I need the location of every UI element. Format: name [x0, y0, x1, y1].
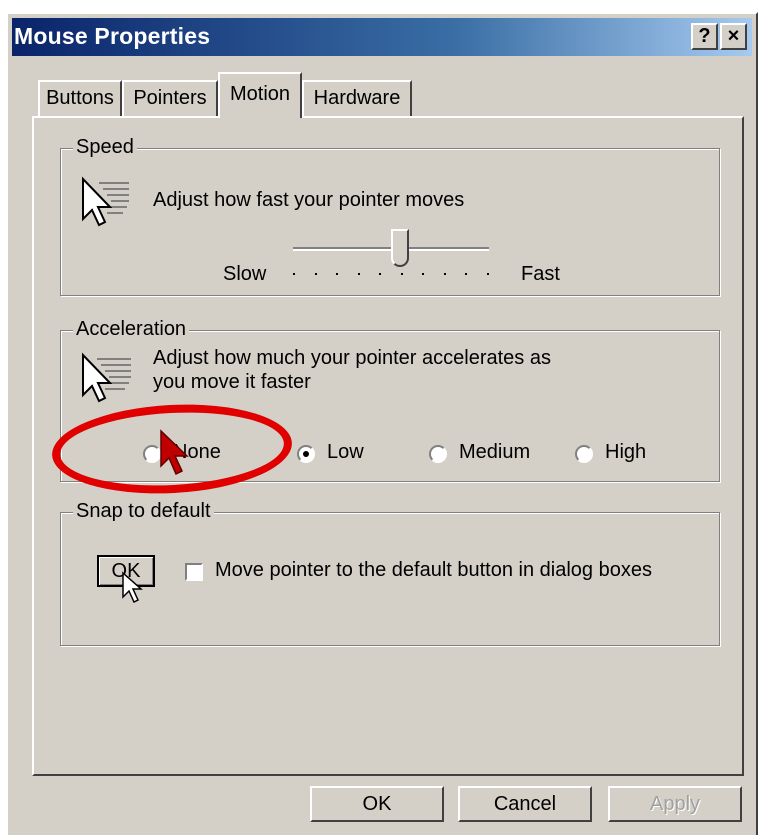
- window-title: Mouse Properties: [14, 23, 211, 49]
- slider-tick: [487, 273, 489, 275]
- cancel-button[interactable]: Cancel: [458, 786, 592, 822]
- acceleration-legend: Acceleration: [73, 318, 190, 341]
- acceleration-description-line1: Adjust how much your pointer accelerates…: [153, 347, 551, 369]
- mouse-pointer-icon: [122, 571, 143, 604]
- slow-label: Slow: [223, 263, 267, 285]
- slider-tick: [336, 273, 339, 275]
- radio-medium-circle[interactable]: [429, 445, 447, 463]
- tab-pointers[interactable]: Pointers: [122, 80, 218, 116]
- apply-button[interactable]: Apply: [608, 786, 742, 822]
- slider-tick: [357, 273, 360, 275]
- slider-tick: [379, 273, 382, 275]
- snap-to-default-group: Snap to default OK Move pointer to the d…: [60, 500, 720, 646]
- snap-checkbox[interactable]: [185, 563, 203, 581]
- slider-thumb[interactable]: [390, 229, 409, 267]
- speed-slider[interactable]: [293, 229, 489, 281]
- close-icon: ×: [727, 25, 740, 47]
- close-button[interactable]: ×: [720, 23, 747, 50]
- speed-description: Adjust how fast your pointer moves: [153, 189, 465, 211]
- slider-tick: [465, 273, 468, 275]
- radio-low-label[interactable]: Low: [327, 441, 364, 464]
- slider-tick: [422, 273, 425, 275]
- snap-checkbox-label[interactable]: Move pointer to the default button in di…: [215, 559, 652, 582]
- radio-low-circle[interactable]: [297, 445, 315, 463]
- acceleration-description-line2: you move it faster: [153, 371, 311, 393]
- radio-high-circle[interactable]: [575, 445, 593, 463]
- help-icon: ?: [698, 25, 711, 47]
- slider-ticks: [293, 273, 489, 276]
- slider-tick: [400, 273, 403, 275]
- fast-label: Fast: [521, 263, 560, 285]
- ok-button[interactable]: OK: [310, 786, 444, 822]
- slider-tick: [314, 273, 317, 275]
- speed-group: Speed Adjust how fast your pointer moves…: [60, 136, 720, 296]
- slider-tick: [293, 273, 295, 275]
- radio-medium-label[interactable]: Medium: [459, 441, 530, 464]
- radio-high-label[interactable]: High: [605, 441, 646, 464]
- snap-legend: Snap to default: [73, 500, 214, 523]
- pointer-speed-icon: [82, 176, 129, 227]
- tab-hardware[interactable]: Hardware: [302, 80, 412, 116]
- speed-legend: Speed: [73, 136, 137, 159]
- title-bar[interactable]: Mouse Properties ? ×: [12, 18, 752, 56]
- tab-motion[interactable]: Motion: [218, 72, 302, 118]
- slider-tick: [443, 273, 446, 275]
- help-button[interactable]: ?: [691, 23, 718, 50]
- pointer-acceleration-icon: [82, 352, 131, 403]
- tab-buttons[interactable]: Buttons: [38, 80, 122, 116]
